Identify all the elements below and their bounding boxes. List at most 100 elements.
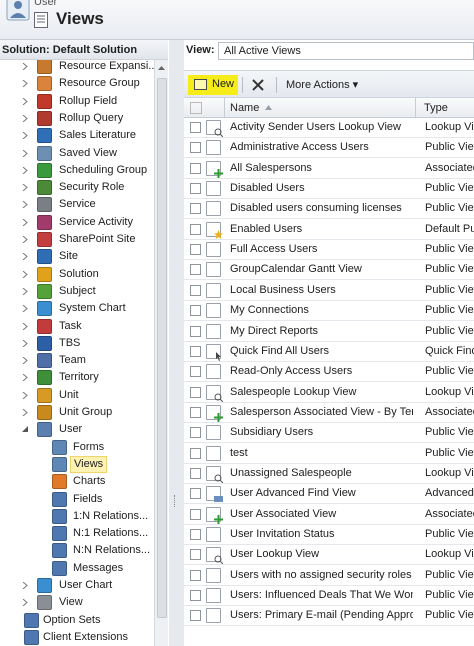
tree-item[interactable]: Rollup Field bbox=[0, 93, 154, 110]
table-row[interactable]: Enabled Users Default Public View bbox=[184, 220, 474, 240]
expand-arrow-icon[interactable] bbox=[22, 149, 28, 157]
expand-arrow-icon[interactable] bbox=[22, 322, 28, 330]
table-row[interactable]: Subsidiary Users Public View bbox=[184, 423, 474, 444]
tree-item[interactable]: Resource Expansi... bbox=[0, 60, 154, 75]
tree-item[interactable]: Client Extensions bbox=[0, 629, 154, 646]
expand-arrow-icon[interactable] bbox=[22, 63, 28, 70]
table-row[interactable]: User Advanced Find View Advanced Find Vie… bbox=[184, 484, 474, 505]
scrollbar-thumb[interactable] bbox=[157, 78, 167, 618]
view-name[interactable]: Users: Influenced Deals That We Won bbox=[230, 589, 413, 601]
tree-item[interactable]: Option Sets bbox=[0, 612, 154, 629]
row-checkbox[interactable] bbox=[190, 569, 201, 581]
tree-item[interactable]: Subject bbox=[0, 283, 154, 300]
tree-item[interactable]: Unit bbox=[0, 387, 154, 404]
tree-item[interactable]: Views bbox=[0, 455, 154, 473]
row-checkbox[interactable] bbox=[190, 406, 201, 418]
view-name[interactable]: Unassigned Salespeople bbox=[230, 467, 413, 479]
row-checkbox[interactable] bbox=[190, 284, 201, 296]
column-divider[interactable] bbox=[415, 98, 416, 118]
expand-arrow-icon[interactable] bbox=[22, 236, 28, 243]
row-checkbox[interactable] bbox=[190, 183, 201, 195]
view-name[interactable]: Administrative Access Users bbox=[230, 141, 413, 153]
expand-arrow-icon[interactable] bbox=[22, 357, 28, 365]
tree-item[interactable]: TBS bbox=[0, 335, 154, 352]
pane-splitter[interactable] bbox=[169, 40, 184, 646]
expand-arrow-icon[interactable] bbox=[22, 97, 28, 105]
view-name[interactable]: test bbox=[230, 447, 413, 459]
expand-arrow-icon[interactable] bbox=[22, 339, 28, 347]
tree-item[interactable]: Service Activity bbox=[0, 214, 154, 231]
view-name[interactable]: Disabled Users bbox=[230, 182, 413, 194]
row-checkbox[interactable] bbox=[190, 325, 201, 337]
tree-item[interactable]: User bbox=[0, 421, 154, 438]
table-row[interactable]: User Lookup View Lookup View bbox=[184, 545, 474, 566]
tree-item[interactable]: Resource Group bbox=[0, 75, 154, 92]
expand-arrow-icon[interactable] bbox=[22, 80, 28, 88]
row-checkbox[interactable] bbox=[190, 203, 201, 215]
expand-arrow-icon[interactable] bbox=[22, 218, 28, 226]
tree-item[interactable]: Sales Literature bbox=[0, 127, 154, 144]
expand-arrow-icon[interactable] bbox=[22, 599, 28, 607]
expand-arrow-icon[interactable] bbox=[22, 270, 28, 278]
expand-arrow-icon[interactable] bbox=[22, 305, 28, 313]
column-header-type[interactable]: Type bbox=[424, 102, 448, 114]
tree-item[interactable]: System Chart bbox=[0, 300, 154, 317]
more-actions-button[interactable]: More Actions ▾ bbox=[286, 78, 358, 91]
table-row[interactable]: Administrative Access Users Public View bbox=[184, 138, 474, 159]
table-row[interactable]: My Direct Reports Public View bbox=[184, 322, 474, 342]
row-checkbox[interactable] bbox=[190, 488, 201, 500]
expand-arrow-icon[interactable] bbox=[22, 374, 28, 382]
row-checkbox[interactable] bbox=[190, 122, 201, 133]
table-row[interactable]: Users: Influenced Deals That We Won Publi… bbox=[184, 586, 474, 607]
table-row[interactable]: Activity Sender Users Lookup View Lookup … bbox=[184, 118, 474, 138]
tree-item[interactable]: Task bbox=[0, 318, 154, 335]
tree-item[interactable]: Site bbox=[0, 248, 154, 265]
view-name[interactable]: Users with no assigned security roles bbox=[230, 569, 413, 581]
expand-arrow-icon[interactable] bbox=[22, 409, 28, 416]
row-checkbox[interactable] bbox=[190, 529, 201, 540]
row-checkbox[interactable] bbox=[190, 162, 201, 174]
table-row[interactable]: All Salespersons Associated View bbox=[184, 159, 474, 179]
tree-item[interactable]: Service bbox=[0, 196, 154, 213]
tree-item[interactable]: Charts bbox=[0, 473, 154, 490]
row-checkbox[interactable] bbox=[190, 142, 201, 154]
tree-item[interactable]: 1:N Relations... bbox=[0, 508, 154, 525]
table-row[interactable]: Salespeople Lookup View Lookup View bbox=[184, 383, 474, 403]
view-name[interactable]: All Salespersons bbox=[230, 162, 413, 174]
view-name[interactable]: Disabled users consuming licenses bbox=[230, 202, 413, 214]
row-checkbox[interactable] bbox=[190, 345, 201, 357]
tree-item[interactable]: Fields bbox=[0, 491, 154, 508]
select-all-icon[interactable] bbox=[190, 102, 202, 114]
expand-arrow-icon[interactable] bbox=[22, 391, 28, 399]
table-row[interactable]: My Connections Public View bbox=[184, 301, 474, 322]
expand-arrow-icon[interactable] bbox=[22, 114, 28, 122]
expand-arrow-icon[interactable] bbox=[22, 582, 28, 589]
row-checkbox[interactable] bbox=[190, 610, 201, 622]
tree-item[interactable]: Territory bbox=[0, 369, 154, 386]
tree-item[interactable]: User Chart bbox=[0, 577, 154, 594]
table-row[interactable]: Local Business Users Public View bbox=[184, 281, 474, 301]
tree-item[interactable]: SharePoint Site bbox=[0, 231, 154, 248]
expand-arrow-icon[interactable] bbox=[22, 201, 28, 209]
view-name[interactable]: Salesperson Associated View - By Territo… bbox=[230, 406, 413, 418]
view-name[interactable]: Enabled Users bbox=[230, 223, 413, 235]
new-button[interactable]: New bbox=[188, 75, 238, 95]
table-row[interactable]: Full Access Users Public View bbox=[184, 240, 474, 261]
row-checkbox[interactable] bbox=[190, 366, 201, 378]
expanded-arrow-icon[interactable] bbox=[22, 426, 28, 433]
tree-item[interactable]: N:1 Relations... bbox=[0, 525, 154, 542]
view-name[interactable]: Users: Primary E-mail (Pending Approval) bbox=[230, 609, 413, 621]
tree-item[interactable]: Scheduling Group bbox=[0, 162, 154, 179]
tree-item[interactable]: Rollup Query bbox=[0, 110, 154, 127]
table-row[interactable]: Quick Find All Users Quick Find View bbox=[184, 342, 474, 362]
view-name[interactable]: Read-Only Access Users bbox=[230, 365, 413, 377]
table-row[interactable]: User Associated View Associated View bbox=[184, 505, 474, 525]
row-checkbox[interactable] bbox=[190, 264, 201, 276]
tree-item[interactable]: Team bbox=[0, 352, 154, 369]
table-row[interactable]: Users: Primary E-mail (Pending Approval)… bbox=[184, 606, 474, 627]
row-checkbox[interactable] bbox=[190, 427, 201, 439]
view-selector[interactable]: All Active Views bbox=[218, 42, 474, 60]
view-name[interactable]: My Connections bbox=[230, 304, 413, 316]
row-checkbox[interactable] bbox=[190, 386, 201, 398]
view-name[interactable]: Salespeople Lookup View bbox=[230, 386, 413, 398]
